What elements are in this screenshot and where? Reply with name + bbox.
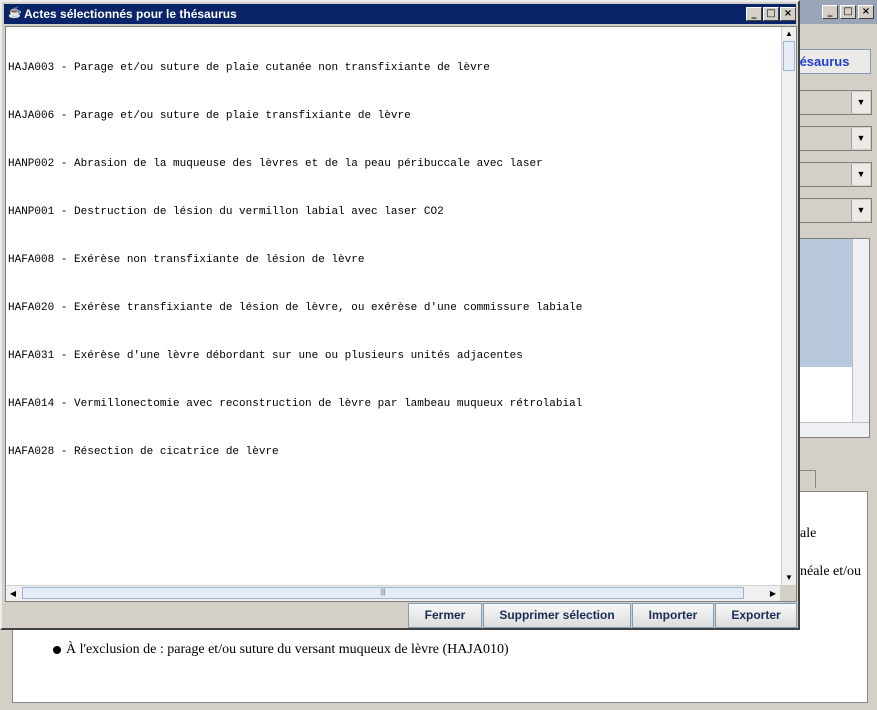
- list-item[interactable]: HAFA020 - Exérèse transfixiante de lésio…: [8, 300, 582, 316]
- scroll-left-icon[interactable]: ◀: [6, 586, 20, 601]
- list-item[interactable]: HAJA003 - Parage et/ou suture de plaie c…: [8, 60, 582, 76]
- dialog-title-bar[interactable]: ☕ Actes sélectionnés pour le thésaurus _…: [4, 4, 796, 24]
- list-item[interactable]: HAFA008 - Exérèse non transfixiante de l…: [8, 252, 582, 268]
- list-item[interactable]: HAFA014 - Vermillonectomie avec reconstr…: [8, 396, 582, 412]
- maximize-button[interactable]: □: [763, 7, 779, 21]
- selected-list-item[interactable]: [791, 239, 853, 367]
- minimize-button[interactable]: _: [746, 7, 762, 21]
- export-button[interactable]: Exporter: [715, 603, 797, 628]
- bullet-icon: [53, 645, 61, 654]
- acts-list[interactable]: HAJA003 - Parage et/ou suture de plaie c…: [5, 26, 797, 602]
- bg-minimize-button[interactable]: _: [822, 5, 838, 19]
- exclusion-item: À l'exclusion de : parage et/ou suture d…: [53, 642, 509, 658]
- scrollbar-corner: [780, 585, 796, 601]
- import-button[interactable]: Importer: [632, 603, 714, 628]
- horizontal-scroll-thumb[interactable]: |||: [22, 587, 744, 599]
- description-text-fragment-1: ale: [800, 526, 817, 541]
- exclusion-text: À l'exclusion de : parage et/ou suture d…: [66, 642, 509, 657]
- combo-box-1[interactable]: ▼: [790, 90, 872, 115]
- scroll-down-icon[interactable]: ▼: [782, 571, 796, 585]
- combo-box-4[interactable]: ▼: [790, 198, 872, 223]
- background-horizontal-scrollbar[interactable]: [791, 422, 869, 437]
- list-item[interactable]: HAFA028 - Résection de cicatrice de lèvr…: [8, 444, 582, 460]
- delete-selection-button[interactable]: Supprimer sélection: [483, 603, 631, 628]
- combo-box-3[interactable]: ▼: [790, 162, 872, 187]
- description-text-fragment-2: néale et/ou: [800, 564, 862, 579]
- chevron-down-icon[interactable]: ▼: [851, 164, 870, 185]
- vertical-scrollbar[interactable]: ▲ ▼: [781, 27, 796, 585]
- background-vertical-scrollbar[interactable]: [852, 239, 869, 423]
- horizontal-scrollbar[interactable]: ◀ ||| ▶: [6, 585, 780, 601]
- thesaurus-dialog: ☕ Actes sélectionnés pour le thésaurus _…: [0, 0, 800, 630]
- vertical-scroll-thumb[interactable]: [783, 41, 795, 71]
- close-button[interactable]: ×: [780, 7, 796, 21]
- list-item[interactable]: HAFA031 - Exérèse d'une lèvre débordant …: [8, 348, 582, 364]
- chevron-down-icon[interactable]: ▼: [851, 92, 870, 113]
- list-item[interactable]: HAJA006 - Parage et/ou suture de plaie t…: [8, 108, 582, 124]
- chevron-down-icon[interactable]: ▼: [851, 200, 870, 221]
- dialog-title: Actes sélectionnés pour le thésaurus: [24, 7, 237, 21]
- java-cup-icon: ☕: [8, 7, 22, 19]
- scroll-up-icon[interactable]: ▲: [782, 27, 796, 41]
- list-item[interactable]: HANP002 - Abrasion de la muqueuse des lè…: [8, 156, 582, 172]
- list-item[interactable]: HANP001 - Destruction de lésion du vermi…: [8, 204, 582, 220]
- close-dialog-button[interactable]: Fermer: [408, 603, 482, 628]
- scroll-right-icon[interactable]: ▶: [766, 586, 780, 601]
- background-list[interactable]: [790, 238, 870, 438]
- bg-maximize-button[interactable]: □: [840, 5, 856, 19]
- bg-close-button[interactable]: ×: [858, 5, 874, 19]
- combo-box-2[interactable]: ▼: [790, 126, 872, 151]
- chevron-down-icon[interactable]: ▼: [851, 128, 870, 149]
- acts-list-rows: HAJA003 - Parage et/ou suture de plaie c…: [8, 28, 582, 492]
